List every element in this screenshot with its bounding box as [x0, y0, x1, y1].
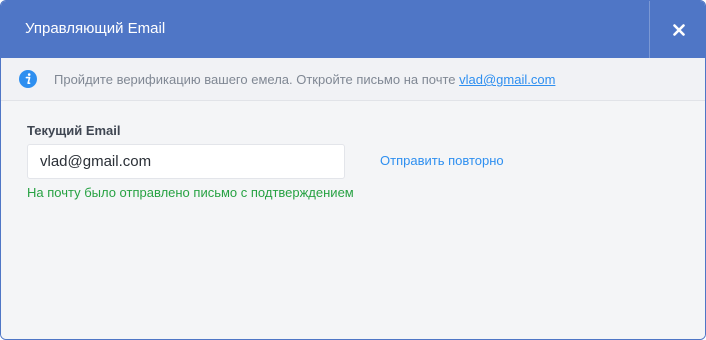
notice-email-link[interactable]: vlad@gmail.com: [459, 72, 555, 87]
modal-body: Текущий Email Отправить повторно На почт…: [1, 102, 705, 339]
modal-header: Управляющий Email: [1, 1, 705, 58]
email-field[interactable]: [27, 144, 345, 179]
close-icon: [672, 23, 685, 36]
close-button[interactable]: [650, 1, 705, 58]
verification-notice: Пройдите верификацию вашего емела. Откро…: [1, 58, 705, 101]
success-message: На почту было отправлено письмо с подтве…: [27, 185, 354, 200]
current-email-label: Текущий Email: [27, 123, 121, 138]
notice-text: Пройдите верификацию вашего емела. Откро…: [54, 72, 555, 87]
info-icon: [19, 70, 37, 88]
email-modal: Управляющий Email Пройдите верификацию в…: [0, 0, 706, 340]
resend-button[interactable]: Отправить повторно: [380, 153, 504, 168]
modal-title: Управляющий Email: [25, 20, 166, 37]
notice-message: Пройдите верификацию вашего емела. Откро…: [54, 72, 460, 87]
